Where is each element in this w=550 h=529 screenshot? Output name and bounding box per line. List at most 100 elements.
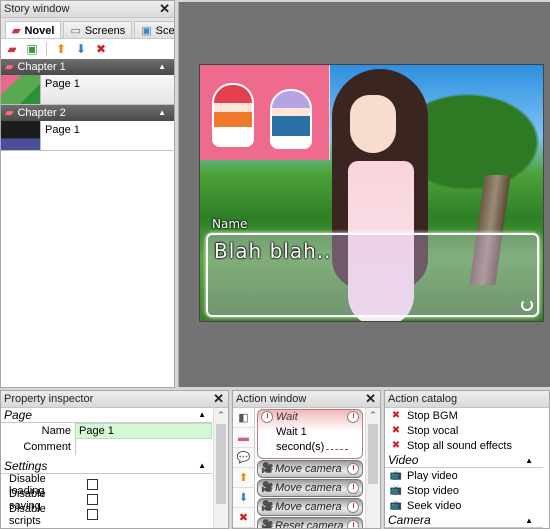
- collapse-icon[interactable]: ▲: [525, 513, 533, 528]
- page-item[interactable]: Page 1: [1, 75, 174, 105]
- scrollbar[interactable]: ⌃: [365, 408, 380, 528]
- scroll-up-icon[interactable]: ⌃: [214, 408, 228, 422]
- tab-scenes[interactable]: ▣ Scer: [134, 21, 174, 38]
- timer-icon[interactable]: [347, 411, 359, 423]
- dialog-text: Blah blah..: [214, 239, 332, 263]
- move-up-button[interactable]: ⬆: [53, 41, 69, 57]
- chapter-header[interactable]: ▰ Chapter 1 ▲: [1, 59, 174, 75]
- close-icon[interactable]: ✕: [213, 391, 224, 407]
- speech-bubble-icon: 💬: [236, 452, 251, 464]
- comment-action-button[interactable]: 💬: [233, 448, 254, 468]
- catalog-item-stop-bgm[interactable]: ✖ Stop BGM: [385, 408, 549, 423]
- scrollbar-thumb[interactable]: [216, 424, 226, 504]
- stop-audio-icon: ✖: [391, 410, 401, 421]
- character-face: [350, 95, 396, 153]
- toolbar-separator: [46, 42, 47, 56]
- comment-field[interactable]: [75, 439, 212, 455]
- collapse-icon[interactable]: ▲: [198, 459, 206, 473]
- close-icon[interactable]: ✕: [159, 1, 170, 17]
- property-inspector: Property inspector ✕ ⌃ Page ▲ Name Page …: [0, 390, 229, 529]
- catalog-section-camera[interactable]: Camera ▲: [385, 513, 543, 528]
- timer-icon[interactable]: [347, 482, 359, 494]
- collapse-icon[interactable]: ▲: [525, 453, 533, 468]
- chibi-character: [212, 83, 254, 147]
- page-thumbnail: [1, 121, 41, 150]
- name-field[interactable]: Page 1: [75, 423, 212, 439]
- catalog-item-label: Stop video: [407, 484, 459, 497]
- delete-button[interactable]: ✖: [93, 41, 109, 57]
- chapter-header[interactable]: ▰ Chapter 2 ▲: [1, 105, 174, 121]
- edit-action-button[interactable]: ▬: [233, 428, 254, 448]
- tab-novel[interactable]: ▰ Novel: [5, 21, 62, 38]
- scrollbar-thumb[interactable]: [368, 424, 378, 484]
- action-move-camera[interactable]: 🎥 Move camera: [257, 460, 363, 478]
- move-action-down-button[interactable]: ⬇: [233, 488, 254, 508]
- catalog-item-stop-all-sound-effects[interactable]: ✖ Stop all sound effects: [385, 438, 549, 453]
- action-reset-camera[interactable]: 🎥 Reset camera: [257, 517, 363, 529]
- action-title: Move camera: [275, 482, 342, 494]
- arrow-down-icon: ⬇: [75, 42, 87, 56]
- section-page[interactable]: Page ▲: [1, 408, 212, 423]
- action-sidebar: ◧ ▬ 💬 ⬆ ⬇ ✖: [233, 408, 255, 528]
- action-window: Action window ✕ ◧ ▬ 💬 ⬆ ⬇ ✖ Wait Wait 1 …: [232, 390, 381, 529]
- screen-icon: ▭: [70, 25, 81, 37]
- add-chapter-button[interactable]: ▰: [4, 41, 20, 57]
- catalog-item-stop-video[interactable]: 📺 Stop video: [385, 483, 549, 498]
- action-move-camera[interactable]: 🎥 Move camera: [257, 498, 363, 516]
- story-tabs: ▰ Novel ▭ Screens ▣ Scer: [1, 18, 174, 39]
- wait-unit: second(s): [276, 441, 348, 453]
- scene-canvas[interactable]: Name Blah blah..: [199, 64, 544, 322]
- section-label: Video: [388, 453, 419, 467]
- timer-icon[interactable]: [347, 520, 359, 528]
- collapse-icon[interactable]: ▲: [198, 408, 206, 422]
- add-page-button[interactable]: ▣: [24, 41, 40, 57]
- catalog-item-play-video[interactable]: 📺 Play video: [385, 468, 549, 483]
- timer-icon[interactable]: [347, 463, 359, 475]
- camera-icon: 🎥: [261, 520, 274, 529]
- catalog-section-video[interactable]: Video ▲: [385, 453, 543, 468]
- tab-label: Scer: [155, 24, 174, 37]
- add-chapter-icon: ▰: [7, 42, 17, 56]
- timer-icon[interactable]: [347, 501, 359, 513]
- scroll-up-icon[interactable]: ⌃: [366, 408, 380, 422]
- collapse-icon[interactable]: ▲: [158, 59, 166, 75]
- wait-duration[interactable]: Wait 1: [276, 426, 307, 438]
- camera-icon: 🎥: [261, 501, 274, 512]
- collapse-icon[interactable]: ▲: [158, 105, 166, 121]
- page-item[interactable]: Page 1: [1, 121, 174, 151]
- panel-title-text: Action window: [236, 393, 307, 405]
- property-comment-row: Comment: [1, 439, 212, 455]
- panel-title-text: Action catalog: [388, 393, 458, 405]
- checkbox-label: Disable scripts: [9, 502, 46, 527]
- delete-action-button[interactable]: ✖: [233, 508, 254, 528]
- disable-scripts-checkbox[interactable]: [87, 509, 98, 520]
- action-title: Wait: [276, 411, 298, 423]
- arrow-down-icon: ⬇: [238, 492, 249, 504]
- page-label: Page 1: [45, 124, 80, 136]
- move-down-button[interactable]: ⬇: [73, 41, 89, 57]
- tab-label: Screens: [84, 24, 126, 37]
- disable-loading-checkbox[interactable]: [87, 479, 98, 490]
- chapter-label: Chapter 1: [17, 61, 66, 73]
- section-settings[interactable]: Settings ▲: [1, 459, 212, 474]
- tv-icon: 📺: [389, 470, 403, 481]
- panel-title-text: Property inspector: [4, 393, 94, 405]
- stop-audio-icon: ✖: [391, 425, 401, 436]
- inset-image: [200, 65, 330, 160]
- catalog-item-label: Stop BGM: [407, 409, 458, 422]
- scrollbar[interactable]: ⌃: [213, 408, 228, 528]
- camera-icon: 🎥: [261, 482, 274, 493]
- tab-screens[interactable]: ▭ Screens: [63, 21, 133, 38]
- arrow-up-icon: ⬆: [55, 42, 67, 56]
- insert-action-button[interactable]: ◧: [233, 408, 254, 428]
- close-icon[interactable]: ✕: [365, 391, 376, 407]
- action-catalog: Action catalog ✖ Stop BGM ✖ Stop vocal ✖…: [384, 390, 550, 529]
- disable-saving-checkbox[interactable]: [87, 494, 98, 505]
- catalog-item-stop-vocal[interactable]: ✖ Stop vocal: [385, 423, 549, 438]
- arrow-up-icon: ⬆: [238, 472, 249, 484]
- action-move-camera[interactable]: 🎥 Move camera: [257, 479, 363, 497]
- action-wait[interactable]: Wait Wait 1 second(s): [257, 409, 363, 459]
- catalog-item-seek-video[interactable]: 📺 Seek video: [385, 498, 549, 513]
- move-action-up-button[interactable]: ⬆: [233, 468, 254, 488]
- eraser-icon: ▬: [238, 431, 249, 444]
